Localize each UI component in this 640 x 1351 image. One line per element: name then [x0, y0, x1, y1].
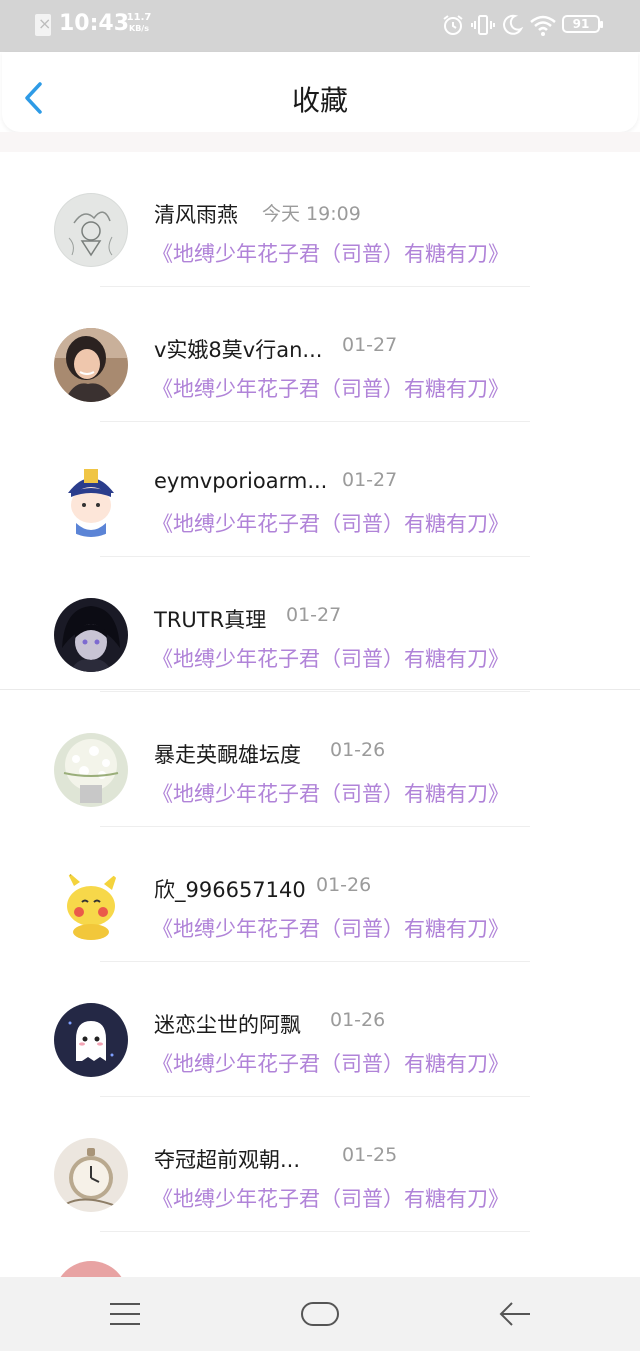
section-divider: [0, 689, 640, 690]
list-item[interactable]: 清风雨燕 今天 19:09 《地缚少年花子君（司普）有糖有刀》: [0, 152, 640, 287]
list-item[interactable]: TRUTR真理 01-27 《地缚少年花子君（司普）有糖有刀》: [0, 557, 640, 692]
favorites-list: 清风雨燕 今天 19:09 《地缚少年花子君（司普）有糖有刀》 v实娥8莫v行a…: [0, 152, 640, 1335]
article-link[interactable]: 《地缚少年花子君（司普）有糖有刀》: [152, 238, 509, 268]
dark-anime-avatar[interactable]: [54, 598, 128, 672]
do-not-disturb-moon-icon: [503, 14, 524, 35]
user-name[interactable]: eymvporioarm...: [154, 469, 327, 493]
favorite-time: 01-27: [342, 469, 398, 491]
girl-photo-avatar[interactable]: [54, 328, 128, 402]
status-bar: 10:43 11.7 KB/s 91: [0, 0, 640, 52]
list-item[interactable]: [0, 1232, 640, 1335]
list-item[interactable]: eymvporioarm... 01-27 《地缚少年花子君（司普）有糖有刀》: [0, 422, 640, 557]
article-link[interactable]: 《地缚少年花子君（司普）有糖有刀》: [152, 1183, 509, 1213]
battery-indicator: 91: [562, 15, 603, 33]
favorite-time: 01-26: [330, 739, 386, 761]
article-link[interactable]: 《地缚少年花子君（司普）有糖有刀》: [152, 373, 509, 403]
user-name[interactable]: 清风雨燕: [154, 199, 238, 229]
back-nav-icon[interactable]: [498, 1299, 532, 1329]
network-speed: 11.7 KB/s: [124, 12, 154, 34]
list-item[interactable]: 夺冠超前观朝... 01-25 《地缚少年花子君（司普）有糖有刀》: [0, 1097, 640, 1232]
article-link[interactable]: 《地缚少年花子君（司普）有糖有刀》: [152, 643, 509, 673]
user-name[interactable]: v实娥8莫v行an...: [154, 334, 322, 364]
pocket-watch-avatar[interactable]: [54, 1138, 128, 1212]
favorite-time: 01-27: [342, 334, 398, 356]
status-time: 10:43: [59, 11, 130, 36]
user-name[interactable]: 欣_996657140: [154, 874, 306, 904]
sketch-avatar[interactable]: [54, 193, 128, 267]
ghost-avatar[interactable]: [54, 1003, 128, 1077]
article-link[interactable]: 《地缚少年花子君（司普）有糖有刀》: [152, 778, 509, 808]
favorite-time: 01-25: [342, 1144, 398, 1166]
vibrate-icon: [471, 15, 495, 35]
list-item[interactable]: 欣_996657140 01-26 《地缚少年花子君（司普）有糖有刀》: [0, 827, 640, 962]
top-header: 收藏: [2, 52, 638, 132]
no-sim-icon: [35, 14, 51, 36]
pikachu-avatar[interactable]: [54, 868, 128, 942]
user-name[interactable]: 迷恋尘世的阿飘: [154, 1009, 301, 1039]
favorite-time: 01-26: [316, 874, 372, 896]
favorite-time: 01-26: [330, 1009, 386, 1031]
list-item[interactable]: v实娥8莫v行an... 01-27 《地缚少年花子君（司普）有糖有刀》: [0, 287, 640, 422]
article-link[interactable]: 《地缚少年花子君（司普）有糖有刀》: [152, 508, 509, 538]
cartoon-jiangshi-avatar[interactable]: [54, 463, 128, 537]
user-name[interactable]: 夺冠超前观朝...: [154, 1144, 300, 1174]
network-speed-value: 11.7: [126, 12, 152, 23]
flowers-avatar[interactable]: [54, 733, 128, 807]
system-nav-bar: [0, 1277, 640, 1351]
page-title: 收藏: [291, 84, 348, 117]
list-item[interactable]: 迷恋尘世的阿飘 01-26 《地缚少年花子君（司普）有糖有刀》: [0, 962, 640, 1097]
user-name[interactable]: TRUTR真理: [154, 604, 266, 634]
user-name[interactable]: 暴走英靦雄坛度: [154, 739, 301, 769]
list-item[interactable]: 暴走英靦雄坛度 01-26 《地缚少年花子君（司普）有糖有刀》: [0, 692, 640, 827]
favorite-time: 01-27: [286, 604, 342, 626]
header-separator: [0, 132, 640, 152]
article-link[interactable]: 《地缚少年花子君（司普）有糖有刀》: [152, 1048, 509, 1078]
home-icon[interactable]: [300, 1299, 340, 1329]
menu-icon[interactable]: [108, 1299, 142, 1329]
favorite-time: 今天 19:09: [262, 203, 361, 225]
wifi-icon: [530, 15, 556, 36]
network-speed-unit: KB/s: [129, 24, 149, 33]
alarm-icon: [443, 15, 463, 35]
article-link[interactable]: 《地缚少年花子君（司普）有糖有刀》: [152, 913, 509, 943]
